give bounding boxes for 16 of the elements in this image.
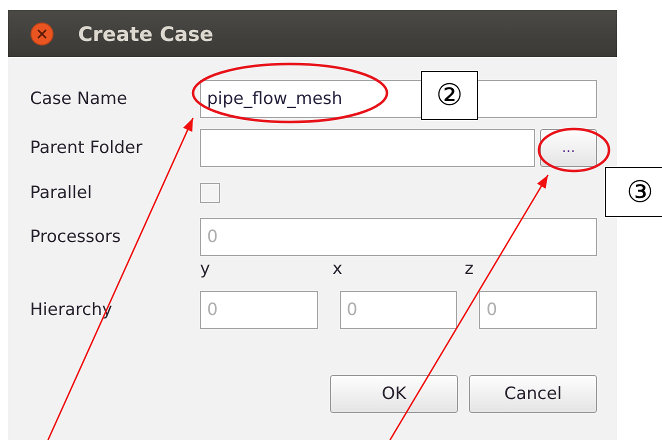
field-label: Case Name (30, 89, 128, 109)
callout-number: ③ (605, 167, 662, 217)
field-label: Parent Folder (30, 138, 144, 158)
close-icon[interactable] (30, 22, 54, 46)
axis-label: y (200, 259, 212, 281)
field-label: Parallel (30, 183, 93, 203)
dialog-button[interactable]: OK (330, 375, 458, 413)
browse-button[interactable]: ... (540, 129, 597, 167)
axis-label: x (332, 259, 344, 281)
field-label: Processors (30, 227, 122, 247)
callout-number: ② (421, 71, 478, 120)
input-field[interactable] (200, 129, 535, 167)
dialog-button[interactable]: Cancel (469, 375, 597, 413)
checkbox[interactable] (200, 183, 220, 203)
window-title: Create Case (78, 22, 214, 46)
axis-label: z (464, 259, 475, 281)
